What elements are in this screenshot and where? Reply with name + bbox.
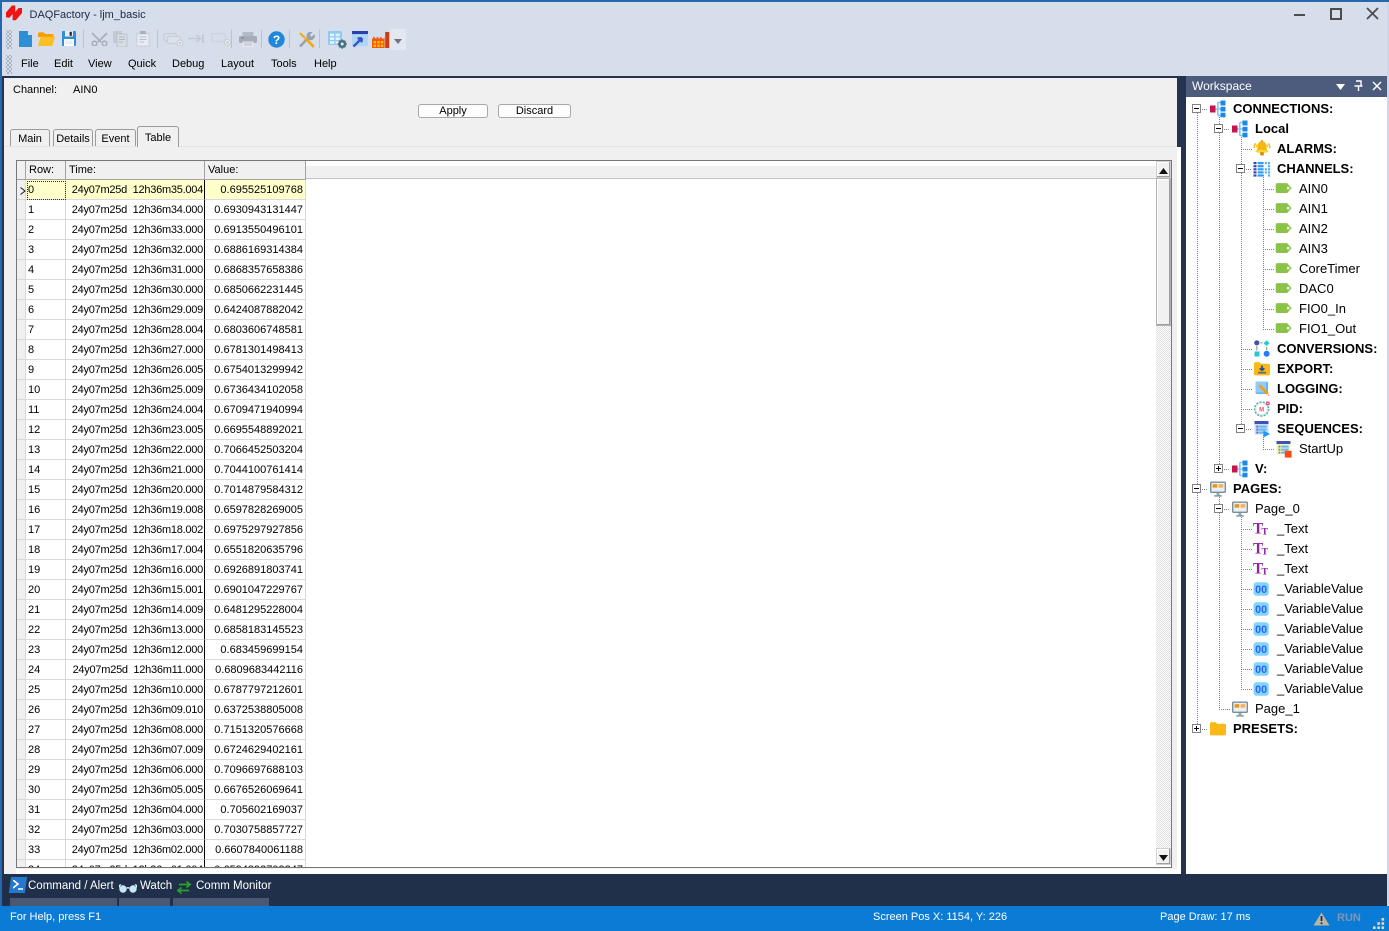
svg-text:00: 00 <box>1255 624 1267 636</box>
svg-text:T: T <box>1262 526 1269 537</box>
svg-text:00: 00 <box>1255 684 1267 696</box>
svg-text:?: ? <box>273 33 280 47</box>
svg-text:00: 00 <box>1255 644 1267 656</box>
svg-text:M: M <box>1259 407 1264 413</box>
svg-text:T: T <box>1262 546 1269 557</box>
svg-text:00: 00 <box>1255 664 1267 676</box>
svg-text:00: 00 <box>1255 604 1267 616</box>
svg-text:00: 00 <box>1255 584 1267 596</box>
svg-text:T: T <box>1262 566 1269 577</box>
